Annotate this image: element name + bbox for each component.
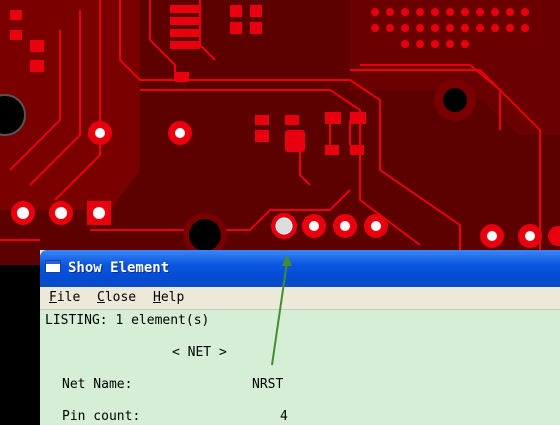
- window-icon: [45, 260, 61, 273]
- menu-help-accel: H: [153, 290, 161, 305]
- listing-header: LISTING: 1 element(s): [45, 313, 210, 328]
- net-name-label: Net Name:: [62, 377, 133, 392]
- menu-close[interactable]: Close: [97, 290, 136, 305]
- net-section-heading: < NET >: [172, 345, 227, 360]
- window-title: Show Element: [68, 260, 170, 276]
- show-element-window[interactable]: Show Element File Close Help LISTING: 1 …: [40, 250, 560, 425]
- window-titlebar[interactable]: Show Element: [40, 250, 560, 287]
- pin-count-value: 4: [280, 409, 288, 424]
- menu-file[interactable]: File: [49, 290, 80, 305]
- menu-file-rest: ile: [56, 290, 81, 305]
- net-name-value: NRST: [252, 377, 284, 392]
- menu-file-accel: F: [49, 290, 57, 305]
- menu-help-rest: elp: [160, 290, 185, 305]
- menu-bar: File Close Help: [40, 287, 560, 309]
- menu-help[interactable]: Help: [153, 290, 184, 305]
- listing-panel[interactable]: LISTING: 1 element(s) < NET > Net Name: …: [40, 309, 560, 425]
- menu-close-rest: lose: [104, 290, 137, 305]
- menu-close-accel: C: [97, 290, 105, 305]
- pin-count-label: Pin count:: [62, 409, 141, 424]
